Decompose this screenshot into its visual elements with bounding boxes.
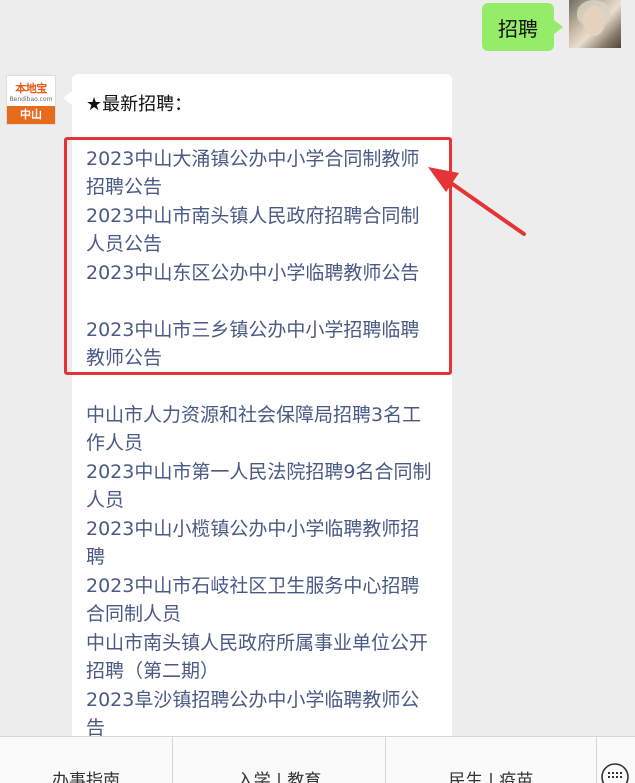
job-link[interactable]: 2023中山市第一人民法院招聘9名合同制人员 bbox=[86, 458, 438, 514]
user-avatar[interactable] bbox=[569, 0, 621, 48]
user-message-bubble[interactable]: 招聘 bbox=[482, 3, 563, 51]
menu-item-label: 办事指南 bbox=[52, 771, 120, 783]
job-link[interactable]: 2023阜沙镇招聘公办中小学临聘教师公告 bbox=[86, 686, 438, 742]
bot-avatar-city: 中山 bbox=[7, 106, 55, 124]
avatar-face bbox=[583, 6, 605, 36]
menu-item-livelihood[interactable]: 民生 | 疫苗 bbox=[386, 737, 597, 783]
job-link[interactable]: 2023中山大涌镇公办中小学合同制教师招聘公告 bbox=[86, 145, 438, 201]
menu-item-label: 入学 | 教育 bbox=[236, 771, 322, 783]
menu-item-education[interactable]: 入学 | 教育 bbox=[173, 737, 386, 783]
menu-item-label: 民生 | 疫苗 bbox=[448, 771, 534, 783]
job-link[interactable]: 2023中山市三乡镇公办中小学招聘临聘教师公告 bbox=[86, 316, 438, 372]
job-link[interactable]: 中山市南头镇人民政府所属事业单位公开招聘（第二期） bbox=[86, 629, 438, 685]
job-link[interactable]: 2023中山小榄镇公办中小学临聘教师招聘 bbox=[86, 515, 438, 571]
user-message-text: 招聘 bbox=[498, 16, 538, 41]
job-link[interactable]: 2023中山市石岐社区卫生服务中心招聘合同制人员 bbox=[86, 572, 438, 628]
menu-item-guide[interactable]: 办事指南 bbox=[0, 737, 173, 783]
bottom-menu-bar: 办事指南 入学 | 教育 民生 | 疫苗 bbox=[0, 736, 635, 783]
job-link[interactable]: 中山市人力资源和社会保障局招聘3名工作人员 bbox=[86, 401, 438, 457]
bot-avatar-logo: 本地宝 bbox=[15, 82, 47, 95]
job-link[interactable]: 2023中山市南头镇人民政府招聘合同制人员公告 bbox=[86, 202, 438, 258]
bot-title: ★最新招聘： bbox=[86, 94, 193, 115]
job-link[interactable]: 2023中山东区公办中小学临聘教师公告 bbox=[86, 259, 438, 287]
keyboard-icon[interactable] bbox=[597, 737, 633, 783]
bot-avatar[interactable]: 本地宝 Bendibao.com 中山 bbox=[6, 75, 56, 125]
bot-avatar-domain: Bendibao.com bbox=[9, 96, 53, 103]
